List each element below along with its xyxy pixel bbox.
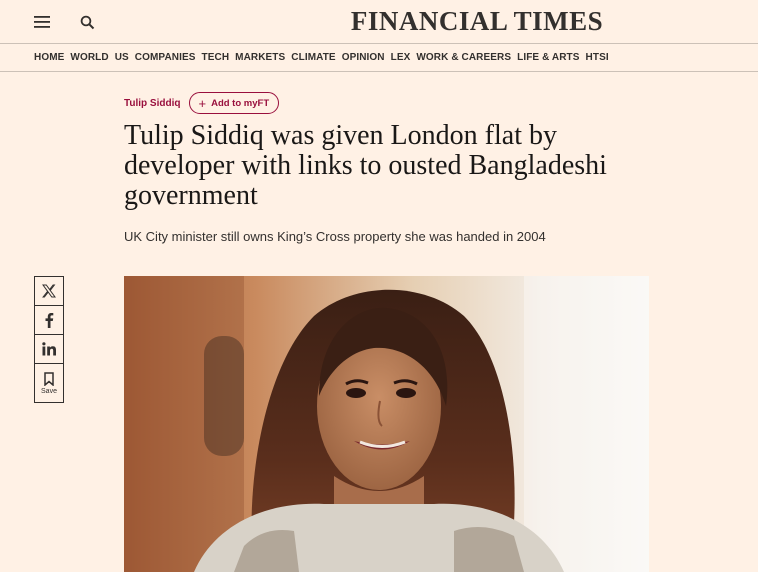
share-toolbar: Save — [34, 276, 64, 403]
nav-item-tech[interactable]: TECH — [202, 52, 230, 63]
plus-icon: + — [198, 95, 207, 111]
nav-item-climate[interactable]: CLIMATE — [291, 52, 335, 63]
save-article-button[interactable]: Save — [34, 363, 64, 403]
main-navigation: HOME WORLD US COMPANIES TECH MARKETS CLI… — [0, 44, 758, 72]
nav-item-markets[interactable]: MARKETS — [235, 52, 285, 63]
nav-item-us[interactable]: US — [115, 52, 129, 63]
nav-item-companies[interactable]: COMPANIES — [135, 52, 196, 63]
add-to-myft-label: Add to myFT — [211, 97, 270, 109]
article-lead-image — [124, 276, 649, 572]
share-x-button[interactable] — [34, 276, 64, 306]
nav-item-life-arts[interactable]: LIFE & ARTS — [517, 52, 579, 63]
share-linkedin-button[interactable] — [34, 334, 64, 364]
linkedin-icon — [41, 342, 56, 356]
top-bar: FINANCIAL TIMES — [0, 0, 758, 44]
nav-item-lex[interactable]: LEX — [391, 52, 411, 63]
article-standfirst: UK City minister still owns King’s Cross… — [124, 229, 546, 244]
add-to-myft-button[interactable]: + Add to myFT — [189, 92, 280, 114]
topic-link[interactable]: Tulip Siddiq — [124, 98, 180, 109]
nav-item-htsi[interactable]: HTSI — [586, 52, 609, 63]
nav-item-world[interactable]: WORLD — [70, 52, 108, 63]
facebook-icon — [45, 313, 54, 328]
bookmark-icon — [44, 371, 54, 386]
nav-item-work-careers[interactable]: WORK & CAREERS — [416, 52, 511, 63]
x-logo-icon — [42, 284, 56, 298]
masthead-logo[interactable]: FINANCIAL TIMES — [0, 6, 758, 37]
nav-item-home[interactable]: HOME — [34, 52, 64, 63]
topic-row: Tulip Siddiq + Add to myFT — [124, 92, 280, 114]
share-facebook-button[interactable] — [34, 305, 64, 335]
save-label: Save — [41, 387, 57, 395]
nav-item-opinion[interactable]: OPINION — [342, 52, 385, 63]
article-headline: Tulip Siddiq was given London flat by de… — [124, 120, 607, 211]
